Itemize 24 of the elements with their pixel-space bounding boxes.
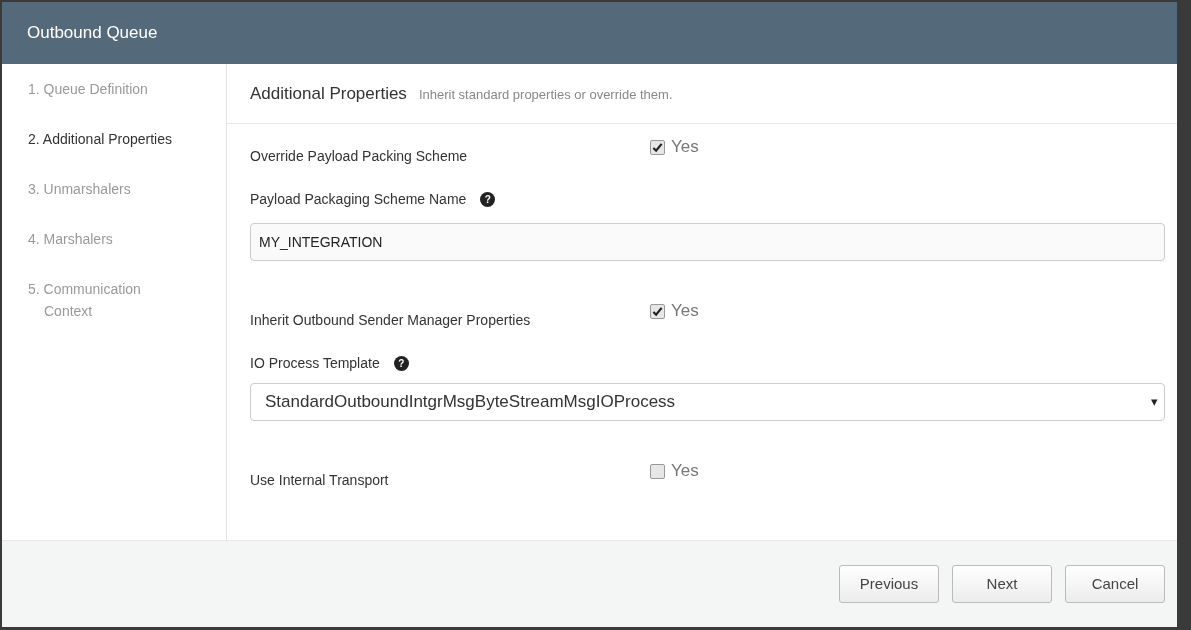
input-field[interactable]: MY_INTEGRATION: [250, 223, 1165, 261]
help-icon[interactable]: ?: [480, 191, 496, 207]
checkbox-label: Yes: [671, 136, 699, 159]
dropdown[interactable]: StandardOutboundIntgrMsgByteStreamMsgIOProcess ▾: [250, 383, 1165, 421]
field-label: IO Process Template: [250, 353, 380, 373]
field-label: Override Payload Packing Scheme: [250, 148, 468, 164]
help-icon[interactable]: ?: [393, 355, 409, 371]
checkbox-label: Yes: [671, 300, 699, 323]
checkmark-icon: [652, 305, 663, 317]
section-title: Additional Properties: [250, 82, 407, 105]
dialog-title: Outbound Queue: [27, 22, 158, 45]
checkbox-label: Yes: [671, 460, 699, 483]
footer-button[interactable]: Next: [952, 565, 1052, 603]
field-label: Payload Packaging Scheme Name: [250, 189, 467, 209]
section-subtitle: Inherit standard properties or override them.: [418, 85, 673, 104]
checkbox[interactable]: [650, 303, 665, 319]
step-link[interactable]: 2. Additional Properties: [28, 114, 176, 164]
field-label: Use Internal Transport: [250, 472, 389, 488]
footer-button[interactable]: Cancel: [1065, 565, 1165, 603]
checkbox[interactable]: [650, 139, 665, 155]
footer-button[interactable]: Previous: [839, 565, 939, 603]
field-label: Inherit Outbound Sender Manager Properties: [250, 312, 531, 328]
checkbox[interactable]: [650, 463, 665, 479]
checkmark-icon: [652, 141, 663, 153]
